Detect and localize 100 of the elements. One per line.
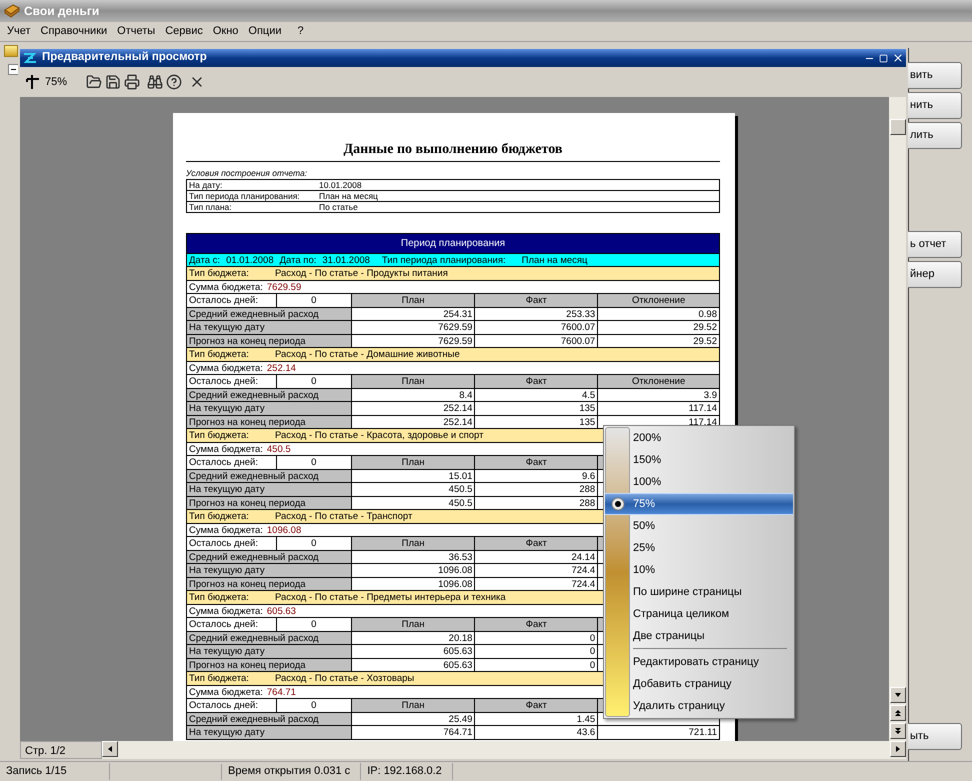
menu-item[interactable]: 50% bbox=[605, 515, 793, 537]
table-cell: 7600.07 bbox=[474, 334, 598, 347]
table-cell: Осталось дней: bbox=[186, 455, 276, 468]
scroll-right-button[interactable] bbox=[890, 741, 906, 757]
side-button[interactable]: ыть bbox=[908, 723, 962, 750]
window-title: Предварительный просмотр bbox=[42, 50, 208, 66]
window-title: Свои деньги bbox=[24, 3, 100, 20]
budget-sum-label: Сумма бюджета: bbox=[188, 604, 264, 617]
open-folder-icon[interactable] bbox=[86, 74, 102, 90]
menu-item[interactable]: 25% bbox=[605, 537, 793, 559]
row-label: Прогноз на конец периода bbox=[186, 334, 351, 347]
condition-value: 10.01.2008 bbox=[319, 180, 362, 190]
column-header: Факт bbox=[474, 698, 598, 712]
column-header: Отклонение bbox=[597, 293, 719, 306]
side-button[interactable]: нить bbox=[908, 92, 962, 119]
double-up-arrow-icon bbox=[894, 709, 902, 717]
side-button[interactable]: лить bbox=[908, 122, 962, 149]
budget-type-label: Тип бюджета: bbox=[188, 672, 250, 684]
budget-sum-label: Сумма бюджета: bbox=[188, 686, 264, 698]
menu-item[interactable]: Добавить страницу bbox=[605, 673, 793, 695]
side-button[interactable]: йнер bbox=[908, 261, 962, 288]
save-icon[interactable] bbox=[105, 74, 122, 90]
pin-icon[interactable] bbox=[26, 74, 40, 90]
previous-page-button[interactable] bbox=[890, 705, 906, 721]
next-page-button[interactable] bbox=[890, 723, 906, 739]
table-cell: 135 bbox=[474, 414, 598, 428]
row-label: Средний ежедневный расход bbox=[186, 306, 351, 320]
column-header: План bbox=[350, 455, 474, 468]
report-title: Данные по выполнению бюджетов bbox=[186, 141, 720, 162]
table-cell: 724.4 bbox=[474, 563, 598, 576]
column-header: План bbox=[350, 698, 474, 712]
menu-item[interactable]: Две страницы bbox=[605, 625, 793, 647]
budget-type-label: Тип бюджета: bbox=[188, 267, 250, 280]
scroll-thumb[interactable] bbox=[890, 119, 906, 135]
table-cell: 4.5 bbox=[474, 388, 598, 401]
close-icon[interactable] bbox=[892, 52, 904, 64]
menu-bar-item[interactable]: Окно bbox=[208, 23, 244, 40]
side-button[interactable]: ь отчет bbox=[908, 231, 962, 258]
budget-type-label: Тип бюджета: bbox=[188, 510, 250, 522]
table-cell: 7629.59 bbox=[350, 320, 474, 334]
right-arrow-icon bbox=[894, 745, 902, 753]
row-label: Средний ежедневный расход bbox=[186, 712, 351, 725]
horizontal-scrollbar[interactable] bbox=[102, 741, 906, 759]
budget-sum-label: Сумма бюджета: bbox=[188, 524, 264, 536]
date-from-value: 01.01.2008 bbox=[226, 254, 274, 266]
menu-item[interactable]: 150% bbox=[605, 449, 793, 471]
menu-item[interactable]: Удалить страницу bbox=[605, 695, 793, 717]
budget-sum-value: 252.14 bbox=[266, 362, 296, 374]
table-cell: 0 bbox=[276, 374, 351, 388]
menu-item[interactable]: Редактировать страницу bbox=[605, 651, 793, 673]
vertical-scrollbar[interactable] bbox=[889, 97, 906, 741]
maximize-icon[interactable] bbox=[879, 54, 888, 62]
menu-item[interactable]: 200% bbox=[605, 427, 793, 449]
budget-sum-value: 605.63 bbox=[266, 604, 296, 617]
printer-icon[interactable] bbox=[124, 74, 140, 90]
table-cell: 252.14 bbox=[350, 414, 474, 428]
row-label: Прогноз на конец периода bbox=[186, 496, 351, 509]
table-cell: 0 bbox=[474, 658, 598, 671]
row-label: На текущую дату bbox=[186, 725, 351, 738]
table-cell: 25.49 bbox=[350, 712, 474, 725]
side-button[interactable]: вить bbox=[908, 62, 962, 89]
table-cell: 450.5 bbox=[350, 482, 474, 496]
menu-item[interactable]: Страница целиком bbox=[605, 603, 793, 625]
table-cell: 0.98 bbox=[597, 306, 719, 320]
column-header: Факт bbox=[474, 293, 598, 306]
scroll-down-button[interactable] bbox=[890, 687, 906, 703]
menu-item[interactable]: 75% bbox=[605, 493, 793, 515]
budget-sum-value: 1096.08 bbox=[266, 524, 302, 536]
budget-sum-label: Сумма бюджета: bbox=[188, 442, 264, 455]
zoom-button[interactable]: 75% bbox=[45, 74, 68, 90]
menu-bar-item[interactable]: Отчеты bbox=[112, 23, 160, 40]
table-cell: 29.52 bbox=[597, 334, 719, 347]
menu-bar-item[interactable]: Опции bbox=[243, 23, 287, 40]
scroll-left-button[interactable] bbox=[102, 741, 118, 757]
table-cell: 29.52 bbox=[597, 320, 719, 334]
table-cell: 764.71 bbox=[350, 725, 474, 738]
menu-bar-item[interactable]: Сервис bbox=[160, 23, 208, 40]
budget-type-value: Расход - По статье - Красота, здоровье и спорт bbox=[275, 429, 484, 442]
table-cell: 9.6 bbox=[474, 468, 598, 482]
menu-item[interactable]: 100% bbox=[605, 471, 793, 493]
app-logo-icon bbox=[22, 51, 38, 65]
row-label: На текущую дату bbox=[186, 644, 351, 658]
table-cell: 0 bbox=[276, 617, 351, 630]
menu-bar-item[interactable]: Справочники bbox=[36, 23, 112, 40]
column-header: Факт bbox=[474, 455, 598, 468]
table-cell: 288 bbox=[474, 482, 598, 496]
menu-bar-item[interactable]: Учет bbox=[2, 23, 36, 40]
help-icon[interactable] bbox=[166, 74, 182, 90]
budget-type-value: Расход - По статье - Хозтовары bbox=[275, 672, 414, 684]
menu-item[interactable]: 10% bbox=[605, 559, 793, 581]
binoculars-icon[interactable] bbox=[147, 74, 164, 90]
menu-bar-item[interactable]: ? bbox=[292, 23, 309, 40]
column-header: Факт bbox=[474, 617, 598, 630]
table-cell: 7629.59 bbox=[350, 334, 474, 347]
down-arrow-icon bbox=[894, 691, 902, 699]
menu-item[interactable]: По ширине страницы bbox=[605, 581, 793, 603]
budget-sum-value: 7629.59 bbox=[266, 280, 302, 293]
budget-type-value: Расход - По статье - Домашние животные bbox=[275, 348, 460, 360]
table-cell: 0 bbox=[276, 698, 351, 712]
table-cell: 3.9 bbox=[597, 388, 719, 401]
